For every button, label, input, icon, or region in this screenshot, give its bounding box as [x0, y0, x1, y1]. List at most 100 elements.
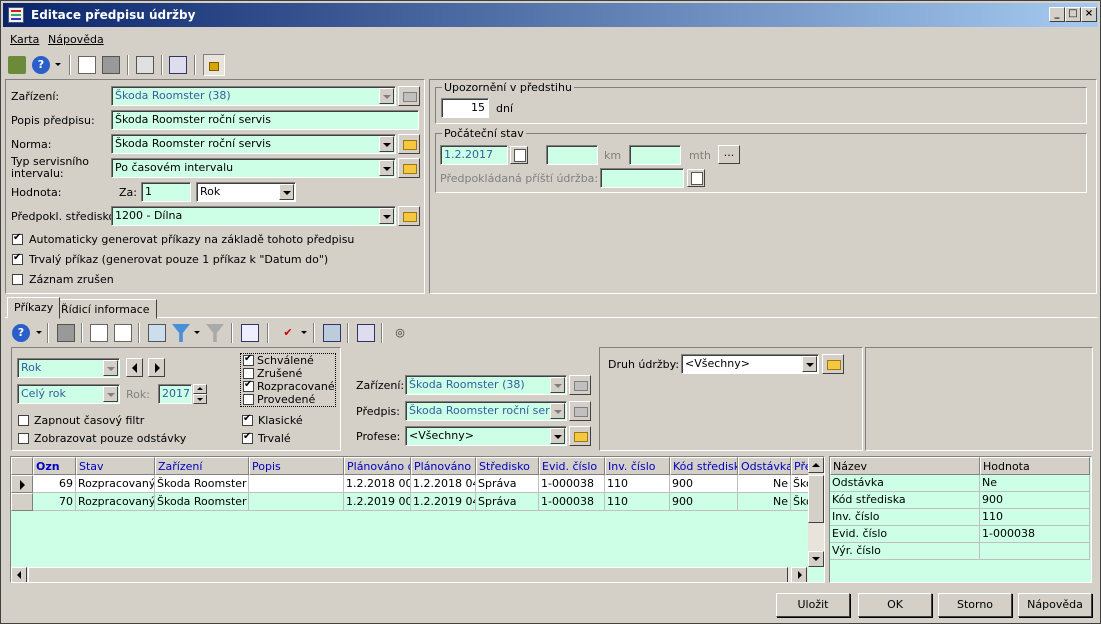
period-select[interactable]: Rok — [17, 358, 120, 378]
filter-predpis-browse-button[interactable] — [569, 401, 591, 421]
grid-cell[interactable]: 900 — [670, 475, 738, 493]
print-preview-icon[interactable] — [78, 56, 96, 74]
binoculars-icon[interactable]: ◎ — [391, 324, 409, 342]
row-indicator[interactable] — [11, 475, 33, 493]
grid-hscroll-thumb[interactable] — [28, 567, 788, 582]
menu-karta[interactable]: Karta — [10, 33, 39, 46]
grid-corner[interactable] — [11, 457, 33, 475]
napoveda-button[interactable]: Nápověda — [1018, 593, 1092, 617]
chevron-down-icon[interactable] — [301, 331, 307, 334]
grid-cell[interactable]: 1-000038 — [539, 475, 605, 493]
auto-generate-checkbox[interactable] — [12, 232, 23, 245]
popis-input[interactable]: Škoda Roomster roční servis — [111, 110, 419, 130]
grid-header[interactable]: Stav — [76, 457, 155, 475]
chevron-down-icon[interactable] — [55, 63, 61, 66]
print-icon[interactable] — [102, 56, 120, 74]
storno-button[interactable]: Storno — [938, 593, 1012, 617]
druh-browse-button[interactable] — [822, 354, 844, 374]
grid-header[interactable]: Inv. číslo — [605, 457, 670, 475]
copy-icon[interactable] — [136, 56, 154, 74]
status-provedene-checkbox[interactable] — [243, 394, 254, 405]
calendar-icon[interactable] — [687, 169, 705, 187]
unit-select[interactable]: Rok — [196, 182, 296, 202]
grid-header[interactable]: Popis — [249, 457, 344, 475]
calendar-icon[interactable] — [510, 146, 528, 164]
norma-select[interactable]: Škoda Roomster roční servis — [111, 134, 396, 154]
ulozit-button[interactable]: Uložit — [776, 593, 850, 617]
filter-predpis-select[interactable]: Škoda Roomster roční servis — [405, 401, 567, 421]
grid-vscroll[interactable] — [808, 457, 824, 567]
notes-icon[interactable] — [169, 56, 187, 74]
grid-header[interactable]: Plánováno od — [344, 457, 411, 475]
typ-browse-button[interactable] — [398, 158, 420, 178]
grid-cell[interactable]: Rozpracovaný — [76, 493, 155, 511]
mth-input[interactable] — [629, 145, 681, 165]
grid-cell[interactable]: Správa — [476, 475, 539, 493]
grid-cell[interactable] — [249, 475, 344, 493]
grid-cell[interactable]: 1.2.2019 00: — [344, 493, 411, 511]
stredisko-browse-button[interactable] — [398, 206, 420, 226]
filter-profese-select[interactable]: <Všechny> — [405, 426, 567, 446]
grid-cell[interactable]: 69 — [33, 475, 76, 493]
za-input[interactable]: 1 — [141, 182, 191, 202]
exit-icon[interactable] — [8, 56, 26, 74]
approve-icon[interactable]: ✔ — [279, 324, 297, 342]
grid-header[interactable]: Evid. číslo — [539, 457, 605, 475]
minimize-button[interactable]: _ — [1049, 7, 1065, 22]
grid-cell[interactable]: 1.2.2018 00: — [344, 475, 411, 493]
grid-cell[interactable]: Rozpracovaný — [76, 475, 155, 493]
grid-cell[interactable]: 1.2.2019 04: — [411, 493, 476, 511]
help-icon[interactable]: ? — [32, 56, 50, 74]
rok-up-button[interactable] — [193, 384, 207, 394]
grid-cell[interactable]: 110 — [605, 475, 670, 493]
grid-icon[interactable] — [148, 324, 166, 342]
chevron-down-icon[interactable] — [36, 331, 42, 334]
odstavky-checkbox[interactable] — [18, 433, 29, 444]
rok-input[interactable]: 2017 — [158, 384, 192, 404]
grid-cell[interactable]: 1-000038 — [539, 493, 605, 511]
grid-cell[interactable]: 110 — [605, 493, 670, 511]
tab-ridici[interactable]: Řídicí informace — [54, 299, 157, 319]
filter-zarizeni-browse-button[interactable] — [569, 375, 591, 395]
grid-vscroll-thumb[interactable] — [808, 475, 824, 523]
next-period-button[interactable] — [148, 358, 165, 377]
grid-cell[interactable]: Ne — [738, 475, 791, 493]
casovy-filtr-checkbox[interactable] — [18, 415, 29, 426]
trvaly-checkbox[interactable] — [12, 252, 23, 265]
print-icon[interactable] — [57, 324, 75, 342]
range-select[interactable]: Celý rok — [17, 384, 120, 404]
prev-period-button[interactable] — [126, 358, 143, 377]
filter-zarizeni-select[interactable]: Škoda Roomster (38) — [405, 375, 567, 395]
grid-header[interactable]: Kód střediska — [670, 457, 738, 475]
pocatecni-date[interactable]: 1.2.2017 — [440, 145, 508, 165]
km-input[interactable] — [546, 145, 598, 165]
maximize-button[interactable]: □ — [1065, 7, 1081, 22]
upozorneni-input[interactable]: 15 — [441, 98, 489, 118]
zarizeni-select[interactable]: Škoda Roomster (38) — [111, 86, 396, 106]
grid-hscroll[interactable] — [11, 567, 808, 582]
filter-profese-browse-button[interactable] — [569, 426, 591, 446]
clear-filter-icon[interactable] — [206, 324, 224, 342]
link-icon[interactable] — [323, 324, 341, 342]
tab-prikazy[interactable]: Příkazy — [7, 297, 61, 319]
druh-select[interactable]: <Všechny> — [681, 354, 819, 374]
close-button[interactable]: × — [1081, 7, 1097, 22]
grid-cell[interactable]: Škoda Roomster — [155, 493, 249, 511]
filter-icon[interactable] — [172, 324, 190, 342]
grid-cell[interactable] — [249, 493, 344, 511]
rok-down-button[interactable] — [193, 394, 207, 404]
more-button[interactable]: ... — [718, 145, 740, 164]
edit-icon[interactable] — [114, 324, 132, 342]
status-rozpracovane-checkbox[interactable] — [243, 379, 254, 392]
norma-browse-button[interactable] — [398, 134, 420, 154]
grid-cell[interactable]: Správa — [476, 493, 539, 511]
grid-cell[interactable]: Škoda Roomster — [155, 475, 249, 493]
notes-icon[interactable] — [357, 324, 375, 342]
grid-header[interactable]: Plánováno do — [411, 457, 476, 475]
row-indicator[interactable] — [11, 493, 33, 511]
zarizeni-browse-button[interactable] — [398, 86, 420, 106]
ok-button[interactable]: OK — [858, 593, 932, 617]
status-schvalene-checkbox[interactable] — [243, 353, 254, 366]
stredisko-select[interactable]: 1200 - Dílna — [111, 206, 396, 226]
grid-header[interactable]: Středisko — [476, 457, 539, 475]
